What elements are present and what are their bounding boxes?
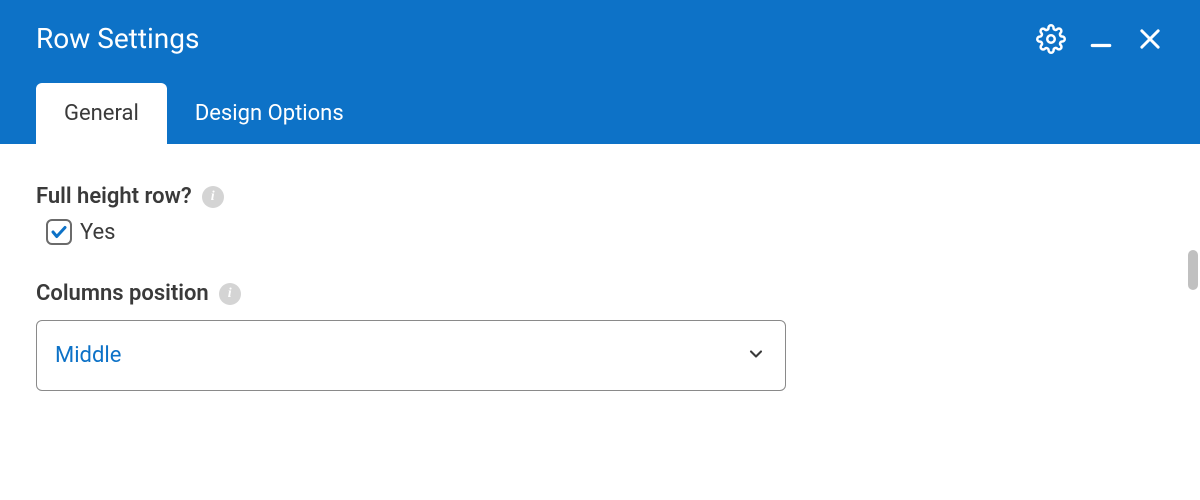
tabs: General Design Options	[0, 55, 1200, 144]
info-icon[interactable]: i	[219, 283, 241, 305]
close-icon	[1136, 25, 1164, 53]
check-icon	[50, 223, 68, 241]
full-height-label: Full height row?	[36, 184, 192, 209]
minimize-icon	[1088, 26, 1114, 52]
full-height-checkbox-label: Yes	[80, 220, 116, 245]
columns-position-select[interactable]: Middle	[36, 320, 786, 391]
close-button[interactable]	[1136, 25, 1164, 53]
gear-icon	[1036, 24, 1066, 54]
dialog-header: Row Settings General Desi	[0, 0, 1200, 144]
select-wrap: Middle	[36, 320, 786, 391]
full-height-field: Full height row? i Yes	[36, 184, 1164, 245]
tab-general[interactable]: General	[36, 83, 167, 144]
field-label-row: Columns position i	[36, 281, 1164, 306]
columns-position-field: Columns position i Middle	[36, 281, 1164, 391]
checkbox-row: Yes	[36, 219, 1164, 245]
field-label-row: Full height row? i	[36, 184, 1164, 209]
columns-position-label: Columns position	[36, 281, 209, 306]
dialog-title: Row Settings	[36, 22, 199, 55]
info-icon[interactable]: i	[202, 186, 224, 208]
content-panel: Full height row? i Yes Columns position …	[0, 144, 1200, 391]
tab-design-options[interactable]: Design Options	[167, 83, 372, 144]
header-icons	[1036, 24, 1164, 54]
minimize-button[interactable]	[1088, 26, 1114, 52]
settings-button[interactable]	[1036, 24, 1066, 54]
full-height-checkbox[interactable]	[46, 219, 72, 245]
scrollbar-thumb[interactable]	[1188, 250, 1198, 290]
title-row: Row Settings	[0, 0, 1200, 55]
